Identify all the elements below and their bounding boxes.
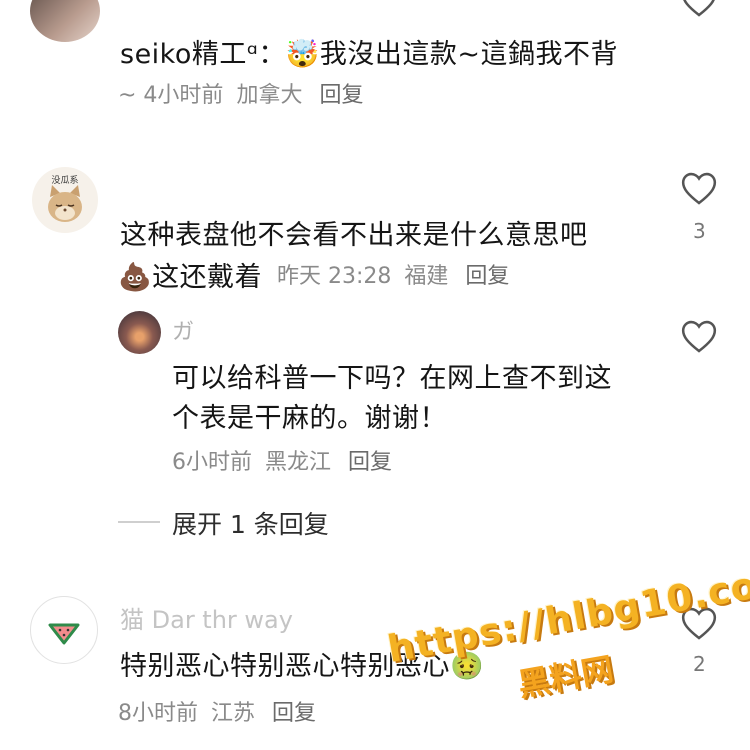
avatar[interactable] [30,596,98,664]
reply-text-line1: 可以给科普一下吗？在网上查不到这 [172,363,612,394]
like-count: 2 [693,652,706,676]
comment-location: 加拿大 [236,83,303,108]
reply-location: 黑龙江 [265,450,332,475]
reply-meta: 6小时前 黑龙江 回复 [172,444,392,476]
reply-button[interactable]: 回复 [319,83,363,108]
comment-time: 8小时前 [118,701,198,726]
comment-meta: ~ 4小时前 加拿大 回复 [118,77,363,109]
comment-location: 江苏 [211,701,256,726]
comment-text: seiko精工ᵅ：🤯我沒出這款~這鍋我不背 [120,39,619,70]
like-heart-icon[interactable] [680,170,718,206]
like-heart-icon[interactable] [680,0,718,18]
reply-button[interactable]: 回复 [465,264,509,289]
reply-button[interactable]: 回复 [348,450,392,475]
comment-meta: 昨天 23:28 福建 回复 [277,258,509,290]
watermelon-icon [48,623,80,645]
avatar[interactable] [30,0,100,42]
cat-face-icon [48,185,82,222]
expand-divider [118,521,160,523]
comment-time: 昨天 23:28 [277,264,392,289]
reply-button[interactable]: 回复 [272,701,316,726]
comment-location: 福建 [404,264,449,289]
comment-meta: 8小时前 江苏 回复 [118,695,316,727]
watermark-site-name: 黑料网 [515,649,617,705]
expand-replies-button[interactable]: 展开 1 条回复 [172,505,329,541]
like-heart-icon[interactable] [680,318,718,354]
like-count: 3 [693,219,706,243]
avatar[interactable] [118,311,161,354]
comment-text-line1: 这种表盘他不会看不出来是什么意思吧 [120,220,588,251]
comment-time: ~ 4小时前 [118,83,224,108]
reply-time: 6小时前 [172,450,252,475]
reply-text-line2: 个表是干麻的。谢谢！ [172,403,447,434]
reply-username[interactable]: ガ [172,314,194,346]
avatar[interactable]: 没瓜系 [32,167,98,233]
comment-username[interactable]: 猫 Dar thr way [120,600,293,635]
comment-text-line2: 💩这还戴着 [118,262,263,293]
